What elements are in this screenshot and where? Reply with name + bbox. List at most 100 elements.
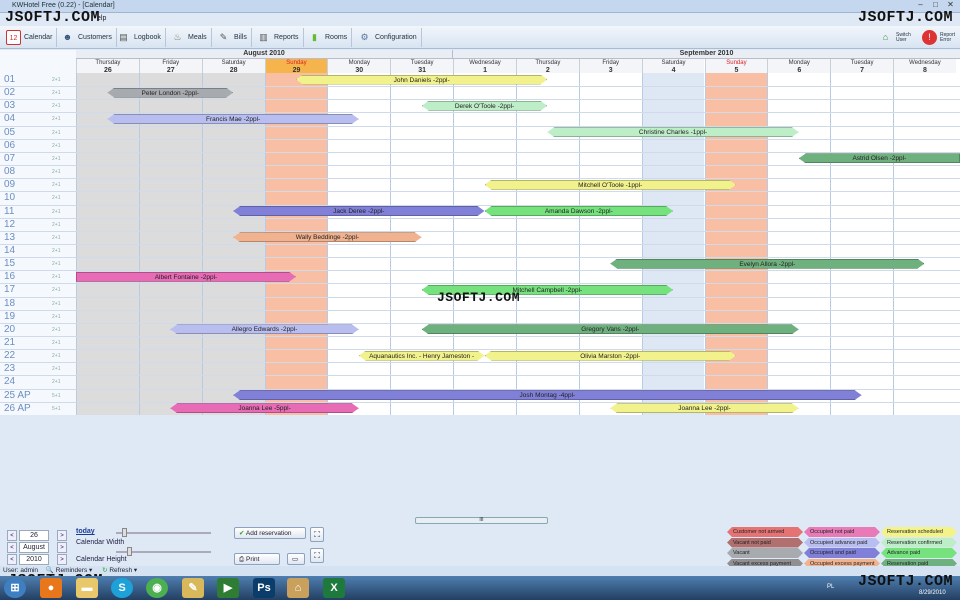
year-prev-button[interactable]: < [7,554,17,565]
room-number[interactable]: 06 [4,139,15,152]
room-capacity: 2+1 [52,169,61,176]
toolbar-bills-button[interactable]: ✎ Bills [216,28,252,47]
row-divider [0,270,960,272]
toolbar-calendar-button[interactable]: 12 Calendar [6,28,58,47]
room-number[interactable]: 25 AP [4,389,31,402]
reservation-bar[interactable]: Peter London -2ppl- [107,88,233,98]
bottom-panel: III < 26 > < August > < 2010 > today Cal… [0,415,960,565]
reservation-bar[interactable]: Albert Fontaine -2ppl- [76,272,296,282]
room-number[interactable]: 15 [4,257,15,270]
room-number[interactable]: 20 [4,323,15,336]
room-number[interactable]: 10 [4,191,15,204]
media-taskbar-icon[interactable]: ▶ [217,578,239,598]
room-number[interactable]: 01 [4,73,15,86]
room-number[interactable]: 02 [4,86,15,99]
month-header-august: August 2010 [76,50,452,59]
month-next-button[interactable]: > [57,542,67,553]
reservation-bar[interactable]: Astrid Olsen -2ppl- [798,153,960,164]
toolbar-logbook-button[interactable]: ▤ Logbook [116,28,166,47]
report-error-button[interactable]: ! Report Error [922,28,960,47]
room-number[interactable]: 18 [4,297,15,310]
day-number: 2 [545,66,550,74]
height-slider-handle[interactable] [127,547,132,556]
day-field[interactable]: 26 [19,530,49,541]
room-number[interactable]: 17 [4,283,15,296]
room-capacity: 2+1 [52,247,61,254]
toolbar-configuration-button[interactable]: ⚙ Configuration [357,28,422,47]
add-reservation-button[interactable]: ✔ Add reservation [234,527,306,539]
picasa-taskbar-icon[interactable]: ◉ [146,578,168,598]
page-setup-button[interactable]: ▭ [287,553,305,565]
room-number[interactable]: 07 [4,152,15,165]
firefox-taskbar-icon[interactable]: ● [40,578,62,598]
toolbar-reports-button[interactable]: ▥ Reports [256,28,304,47]
toolbar-label: Customers [78,34,112,41]
room-number[interactable]: 24 [4,375,15,388]
skype-taskbar-icon[interactable]: S [111,578,133,598]
room-number[interactable]: 08 [4,165,15,178]
row-divider [0,336,960,337]
day-prev-button[interactable]: < [7,530,17,541]
room-number[interactable]: 04 [4,112,15,125]
reservation-bar[interactable]: Evelyn Allora -2ppl- [610,259,924,269]
year-next-button[interactable]: > [57,554,67,565]
find-reservation-button[interactable]: ⛶ [310,527,324,542]
row-divider [0,349,960,351]
reservation-bar[interactable]: Jack Deree -2ppl- [233,206,484,216]
width-slider-track[interactable] [116,532,211,534]
print-button[interactable]: ⎙ Print [234,553,280,565]
reservation-bar[interactable]: Joanna Lee -2ppl- [610,403,799,413]
width-slider-handle[interactable] [122,528,127,537]
room-number[interactable]: 26 AP [4,402,31,415]
photoshop-taskbar-icon[interactable]: Ps [253,578,275,598]
hotel-taskbar-icon[interactable]: ⌂ [287,578,309,598]
today-link[interactable]: today [76,528,95,535]
room-number[interactable]: 22 [4,349,15,362]
weekday-label: Thursday [535,60,561,66]
reservation-bar[interactable]: John Daniels -2ppl- [296,75,547,85]
find-customer-button[interactable]: ⛶ [310,548,324,563]
toolbar-meals-button[interactable]: ♨ Meals [170,28,212,47]
reservation-bar[interactable]: Aquanautics Inc. - Henry Jameston - [359,351,485,361]
toolbar-customers-button[interactable]: ☻ Customers [60,28,117,47]
room-number[interactable]: 09 [4,178,15,191]
switch-user-button[interactable]: ⌂ Switch User [878,28,918,47]
room-number[interactable]: 19 [4,310,15,323]
horizontal-scrollbar[interactable]: III [415,517,548,524]
year-field[interactable]: 2010 [19,554,49,565]
room-number[interactable]: 21 [4,336,15,349]
reservation-bar[interactable]: Mitchell O'Toole -1ppl- [485,180,736,190]
day-next-button[interactable]: > [57,530,67,541]
room-number[interactable]: 16 [4,270,15,283]
pencil-taskbar-icon[interactable]: ✎ [182,578,204,598]
excel-taskbar-icon[interactable]: X [323,578,345,598]
reservation-bar[interactable]: Gregory Vans -2ppl- [422,324,799,334]
reservation-bar[interactable]: Amanda Dawson -2ppl- [485,206,674,216]
reservation-bar[interactable]: Josh Montag -4ppl- [233,390,862,400]
room-number[interactable]: 03 [4,99,15,112]
reservation-bar[interactable]: Derek O'Toole -2ppl- [422,101,548,111]
room-number[interactable]: 14 [4,244,15,257]
reservation-bar[interactable]: Olivia Marston -2ppl- [485,351,736,361]
toolbar-rooms-button[interactable]: ▮ Rooms [307,28,353,47]
room-number[interactable]: 05 [4,126,15,139]
reservation-bar[interactable]: Wally Beddinge -2ppl- [233,232,422,242]
reservation-bar[interactable]: Christine Charles -1ppl- [547,127,798,137]
language-indicator[interactable]: PL [827,584,834,590]
refresh-button[interactable]: ↻ Refresh ▾ [102,567,137,574]
month-prev-button[interactable]: < [7,542,17,553]
start-button[interactable]: ⊞ [4,578,26,598]
room-number[interactable]: 23 [4,362,15,375]
menu-bar: elp [0,13,960,26]
reservation-calendar-grid[interactable]: August 2010 September 2010 Thursday 26 Fri… [0,50,960,415]
reservation-bar[interactable]: Francis Mae -2ppl- [107,114,358,124]
binoculars-icon: ⛶ [314,530,320,539]
room-number[interactable]: 13 [4,231,15,244]
reservation-bar[interactable]: Joanna Lee -5ppl- [170,403,359,413]
row-divider [0,388,960,390]
reservation-bar[interactable]: Allegro Edwards -2ppl- [170,324,359,334]
folder-taskbar-icon[interactable]: ▬ [76,578,98,598]
month-field[interactable]: August [19,542,49,553]
room-number[interactable]: 12 [4,218,15,231]
room-number[interactable]: 11 [4,205,14,218]
